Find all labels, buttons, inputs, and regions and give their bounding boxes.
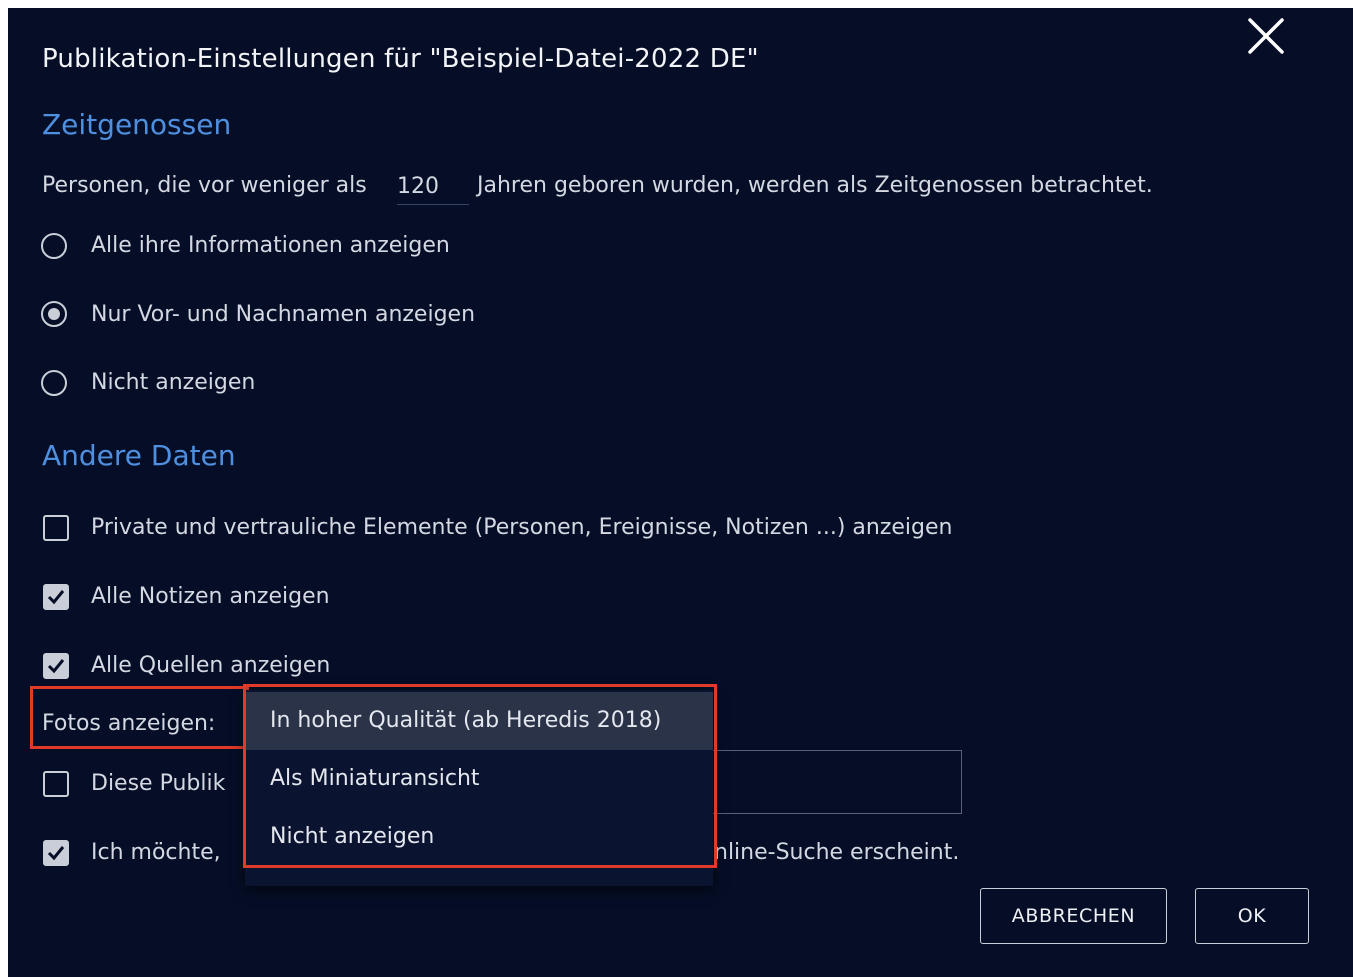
- photos-label: Fotos anzeigen:: [42, 711, 216, 736]
- dialog-title: Publikation-Einstellungen für "Beispiel-…: [42, 44, 759, 74]
- cancel-button[interactable]: ABBRECHEN: [980, 888, 1167, 944]
- checkmark-icon: [47, 659, 65, 674]
- checkbox-online-search[interactable]: [43, 840, 69, 866]
- radio-do-not-show[interactable]: [41, 370, 67, 396]
- checkbox-all-notes[interactable]: [43, 584, 69, 610]
- checkbox-label-all-sources[interactable]: Alle Quellen anzeigen: [91, 653, 330, 678]
- radio-show-all-info[interactable]: [41, 233, 67, 259]
- dropdown-option-do-not-show[interactable]: Nicht anzeigen: [245, 808, 713, 866]
- dropdown-option-high-quality[interactable]: In hoher Qualität (ab Heredis 2018): [245, 692, 713, 750]
- checkbox-private-elements[interactable]: [43, 515, 69, 541]
- contemporaries-sentence-start: Personen, die vor weniger als: [42, 173, 367, 198]
- ok-button[interactable]: OK: [1195, 888, 1309, 944]
- years-input[interactable]: [397, 168, 469, 205]
- section-heading-contemporaries: Zeitgenossen: [42, 108, 232, 141]
- contemporaries-sentence-end: Jahren geboren wurden, werden als Zeitge…: [477, 173, 1153, 198]
- publication-text-field[interactable]: [700, 750, 962, 814]
- checkbox-publication[interactable]: [43, 771, 69, 797]
- checkmark-icon: [47, 846, 65, 861]
- checkbox-all-sources[interactable]: [43, 653, 69, 679]
- radio-show-names-only[interactable]: [41, 301, 67, 327]
- checkbox-label-private-elements[interactable]: Private und vertrauliche Elemente (Perso…: [91, 515, 952, 540]
- radio-label-do-not-show[interactable]: Nicht anzeigen: [91, 370, 255, 395]
- close-icon[interactable]: [1246, 16, 1286, 56]
- radio-label-show-names-only[interactable]: Nur Vor- und Nachnamen anzeigen: [91, 302, 475, 327]
- checkmark-icon: [47, 590, 65, 605]
- radio-label-show-all-info[interactable]: Alle ihre Informationen anzeigen: [91, 233, 450, 258]
- checkbox-label-online-search-end[interactable]: nline-Suche erscheint.: [714, 840, 959, 865]
- section-heading-other-data: Andere Daten: [42, 439, 236, 472]
- dropdown-option-thumbnail[interactable]: Als Miniaturansicht: [245, 750, 713, 808]
- checkbox-label-all-notes[interactable]: Alle Notizen anzeigen: [91, 584, 330, 609]
- checkbox-label-publication[interactable]: Diese Publik: [91, 771, 225, 796]
- checkbox-label-online-search-start[interactable]: Ich möchte,: [91, 840, 221, 865]
- photos-dropdown-menu: In hoher Qualität (ab Heredis 2018) Als …: [245, 690, 713, 886]
